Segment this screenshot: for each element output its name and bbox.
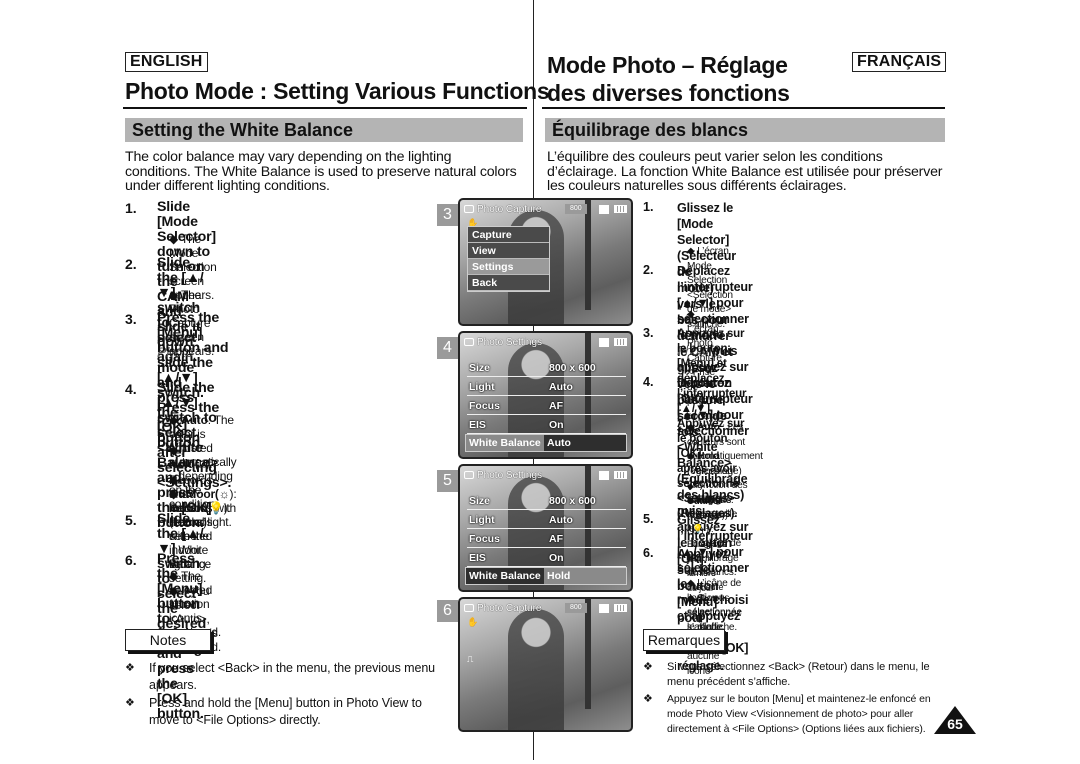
battery-icon [614, 338, 627, 346]
page-title-en: Photo Mode : Setting Various Functions [125, 78, 550, 104]
capture-menu: Capture View Settings Back [467, 226, 550, 292]
menu-item-settings[interactable]: Settings [468, 259, 549, 275]
memory-icon [599, 604, 609, 613]
menu-item-view[interactable]: View [468, 243, 549, 259]
camera-icon [464, 338, 474, 346]
note-en-2: ❖ Press and hold the [Menu] button in Ph… [125, 696, 422, 727]
page-title-fr-line1: Mode Photo – Réglage [547, 52, 788, 78]
screen-step-label-5: 5 [437, 470, 458, 492]
screen-step-label-3: 3 [437, 204, 458, 226]
resolution-badge: 800 [565, 204, 587, 214]
note-bullet-icon: ❖ [125, 662, 135, 674]
memory-icon [599, 338, 609, 347]
setting-row-light[interactable]: Light Auto [467, 511, 626, 529]
menu-item-capture[interactable]: Capture [468, 227, 549, 243]
note-bullet-icon: ❖ [125, 697, 135, 709]
indoor-icon: 💡 [208, 501, 224, 515]
setting-row-white-balance[interactable]: White Balance Hold [465, 567, 627, 585]
setting-row-eis[interactable]: EIS On [467, 416, 626, 434]
intro-fr: L’équilibre des couleurs peut varier sel… [547, 149, 943, 194]
memory-icon [599, 205, 609, 214]
setting-row-light[interactable]: Light Auto [467, 378, 626, 396]
section-title-en: Setting the White Balance [125, 118, 523, 142]
french-label: FRANÇAIS [852, 52, 947, 72]
setting-row-eis[interactable]: EIS On [467, 549, 626, 567]
camera-icon [464, 205, 474, 213]
camera-icon [464, 471, 474, 479]
page-title-fr-line2: des diverses fonctions [547, 80, 790, 106]
memory-icon [599, 471, 609, 480]
title-rule-en [123, 107, 527, 109]
battery-icon [614, 604, 627, 612]
title-rule-fr [542, 107, 945, 109]
note-fr-1: ❖ Si vous sélectionnez <Back> (Retour) d… [643, 661, 930, 688]
intro-en: The color balance may vary depending on … [125, 149, 517, 194]
screen-step-label-6: 6 [437, 600, 458, 622]
resolution-badge: 800 [565, 603, 587, 613]
note-bullet-icon: ❖ [643, 693, 653, 705]
notes-heading-fr: Remarques [643, 629, 725, 651]
camera-screen-4: Photo Settings Size 800 x 600 Light Auto F… [458, 331, 633, 459]
note-en-1: ❖ If you select <Back> in the menu, the … [125, 661, 436, 692]
menu-item-back[interactable]: Back [468, 275, 549, 291]
section-title-fr: Équilibrage des blancs [545, 118, 945, 142]
setting-row-size[interactable]: Size 800 x 600 [467, 492, 626, 510]
setting-row-size[interactable]: Size 800 x 600 [467, 359, 626, 377]
setting-row-white-balance[interactable]: White Balance Auto [465, 434, 627, 452]
notes-heading: Notes [125, 629, 211, 651]
battery-icon [614, 205, 627, 213]
screen-step-label-4: 4 [437, 337, 458, 359]
page-number: 65 [947, 716, 963, 732]
note-fr-2: ❖ Appuyez sur le bouton [Menu] et mainte… [643, 693, 931, 735]
camera-screen-5: Photo Settings Size 800 x 600 Light Auto F… [458, 464, 633, 592]
camera-screen-3: Photo Capture 800 ✋ Capture View Setting… [458, 198, 633, 326]
note-bullet-icon: ❖ [643, 661, 653, 673]
stabilizer-icon: ✋ [467, 617, 479, 627]
camera-icon [464, 604, 474, 612]
english-label: ENGLISH [125, 52, 208, 72]
setting-row-focus[interactable]: Focus AF [467, 397, 626, 415]
battery-icon [614, 471, 627, 479]
camera-screen-6: Photo Capture 800 ✋ ⎍ [458, 597, 633, 732]
hold-icon: ⎍ [467, 654, 474, 664]
setting-row-focus[interactable]: Focus AF [467, 530, 626, 548]
